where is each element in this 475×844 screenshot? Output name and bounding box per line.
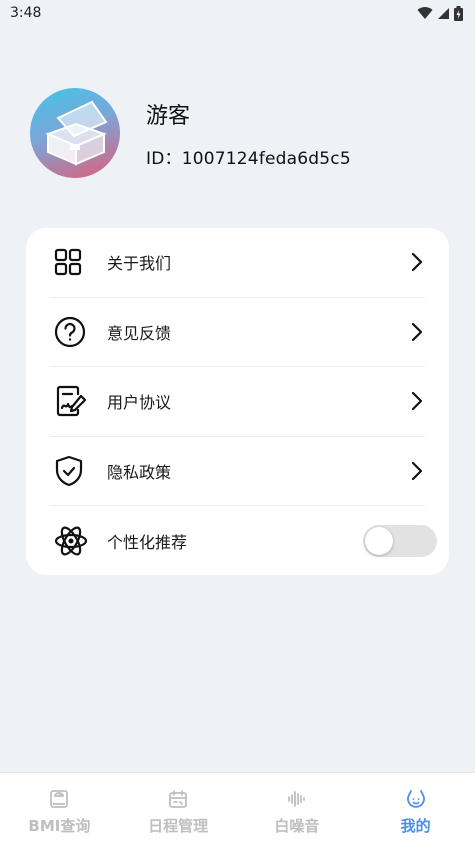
menu-item-about-us[interactable]: 关于我们 [50, 228, 425, 298]
smile-icon [406, 790, 425, 808]
status-time: 3:48 [10, 5, 42, 21]
battery-icon [454, 5, 463, 21]
grid-icon [54, 249, 82, 276]
shield-check-icon [55, 455, 83, 487]
menu-item-personalized-recommendation: 个性化推荐 [50, 506, 437, 576]
scale-icon [50, 790, 69, 808]
profile-header: 游客 ID：1007124feda6d5c5 [30, 88, 351, 178]
question-circle-icon [54, 316, 86, 347]
menu-item-label: 关于我们 [107, 254, 172, 274]
atom-icon [54, 526, 88, 556]
wifi-icon [417, 7, 433, 20]
tab-schedule[interactable]: 日程管理 [119, 773, 238, 844]
chevron-right-icon [411, 322, 423, 341]
calendar-icon [169, 790, 188, 808]
tab-mine[interactable]: 我的 [356, 773, 475, 844]
box-illustration-icon [45, 100, 108, 166]
chevron-right-icon [411, 253, 423, 272]
username: 游客 [146, 103, 191, 129]
status-bar: 3:48 [0, 0, 475, 26]
status-icons [417, 5, 463, 21]
bottom-tab-bar: BMI查询 日程管理 白噪音 我的 [0, 772, 475, 844]
tab-label: 日程管理 [148, 817, 209, 835]
user-id: ID：1007124feda6d5c5 [146, 148, 351, 169]
menu-item-label: 意见反馈 [107, 323, 172, 343]
chevron-right-icon [411, 392, 423, 411]
menu-item-feedback[interactable]: 意见反馈 [50, 298, 425, 368]
personalized-recommendation-toggle[interactable] [363, 525, 437, 558]
chevron-right-icon [411, 461, 423, 481]
menu-item-label: 个性化推荐 [107, 533, 188, 553]
tab-white-noise[interactable]: 白噪音 [238, 773, 357, 844]
toggle-knob [365, 527, 393, 556]
settings-menu: 关于我们 意见反馈 用户协议 隐私政策 个性化推荐 [26, 228, 449, 575]
avatar[interactable] [30, 88, 120, 178]
menu-item-label: 用户协议 [107, 393, 172, 413]
sound-wave-icon [287, 791, 305, 807]
menu-item-privacy-policy[interactable]: 隐私政策 [50, 437, 425, 507]
document-edit-icon [56, 386, 87, 417]
signal-icon [438, 7, 449, 19]
menu-item-label: 隐私政策 [107, 463, 172, 483]
tab-bmi-query[interactable]: BMI查询 [0, 773, 119, 844]
tab-label: 我的 [400, 817, 431, 835]
tab-label: 白噪音 [274, 817, 320, 835]
tab-label: BMI查询 [28, 817, 91, 835]
menu-item-user-agreement[interactable]: 用户协议 [50, 367, 425, 437]
